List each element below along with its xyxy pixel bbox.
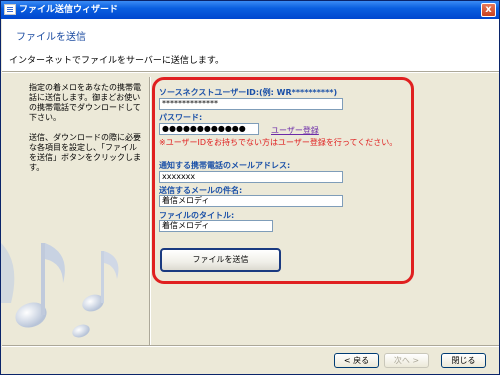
user-id-label: ソースネクストユーザーID:(例: WR**********) — [159, 88, 338, 97]
page-subtitle: インターネットでファイルをサーバーに送信します。 — [9, 56, 225, 66]
instructions-panel: 指定の着メロをあなたの携帯電話に送信します。御まどお使いの携帯電話でダウンロード… — [29, 83, 141, 183]
instructions-text-1: 指定の着メロをあなたの携帯電話に送信します。御まどお使いの携帯電話でダウンロード… — [29, 83, 141, 122]
page-title: ファイルを送信 — [16, 32, 86, 43]
user-id-field[interactable]: ************** — [159, 98, 343, 110]
instructions-text-2: 送信、ダウンロードの際に必要な各項目を設定し、「ファイルを送信」ボタンをクリック… — [29, 133, 141, 172]
password-label: パスワード: — [159, 113, 203, 122]
password-field[interactable]: ●●●●●●●●●●●● — [159, 123, 259, 135]
email-field[interactable]: xxxxxxx — [159, 171, 343, 183]
music-notes-graphic — [1, 243, 119, 338]
header-divider — [2, 71, 499, 73]
footer-divider — [2, 345, 499, 347]
send-file-button[interactable]: ファイルを送信 — [160, 248, 281, 272]
title-bar[interactable]: ファイル送信ウィザード x — [1, 1, 499, 19]
panel-divider — [149, 77, 151, 345]
wizard-window: ファイル送信ウィザード x ファイルを送信 インターネットでファイルをサーバーに… — [0, 0, 500, 375]
app-icon — [4, 4, 16, 15]
file-title-field[interactable]: 着信メロディ — [159, 220, 273, 232]
close-button[interactable]: 閉じる — [441, 353, 486, 368]
email-label: 通知する携帯電話のメールアドレス: — [159, 161, 291, 170]
subject-field[interactable]: 着信メロディ — [159, 195, 343, 207]
next-button[interactable]: 次へ > — [384, 353, 429, 368]
window-title: ファイル送信ウィザード — [19, 5, 119, 15]
registration-warning: ※ユーザーIDをお持ちでない方はユーザー登録を行ってください。 — [159, 138, 398, 147]
close-window-button[interactable]: x — [481, 3, 496, 17]
wizard-header: ファイルを送信 インターネットでファイルをサーバーに送信します。 — [2, 19, 499, 71]
back-button[interactable]: < 戻る — [334, 353, 379, 368]
user-registration-link[interactable]: ユーザー登録 — [271, 125, 319, 136]
